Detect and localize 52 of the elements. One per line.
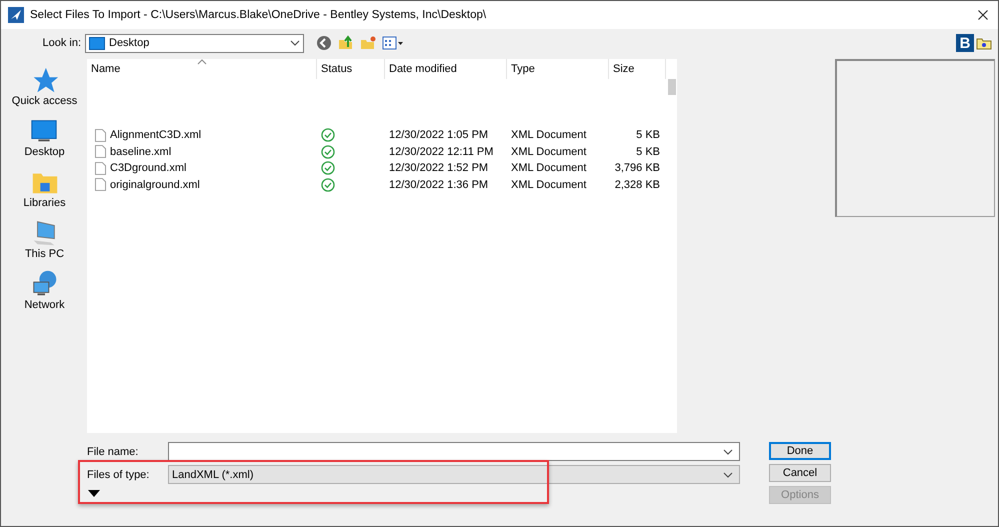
file-icon: [95, 178, 106, 192]
date-cell-text: 12/30/2022 1:05 PM: [388, 129, 490, 142]
file-name[interactable]: originalground.xml: [110, 178, 200, 191]
sidebar-item[interactable]: Libraries: [23, 167, 66, 215]
file-name-label: File name:: [87, 446, 140, 458]
sidebar-item[interactable]: Desktop: [24, 116, 65, 164]
column-header[interactable]: Date modified: [385, 59, 507, 79]
window-title: Select Files To Import - C:\Users\Marcus.Blake\OneDrive - Bentley Systems, Inc\Desktop\: [30, 9, 488, 21]
scrollbar-thumb[interactable]: [668, 79, 676, 95]
expand-arrow-icon[interactable]: [88, 490, 100, 497]
dialog-button[interactable]: Cancel: [769, 464, 831, 482]
chevron-icon: [290, 40, 300, 46]
type-cell-text: XML Document: [510, 162, 588, 174]
sort-caret-icon: [197, 59, 207, 65]
file-name[interactable]: C3Dground.xml: [110, 162, 186, 174]
file-icon: [95, 145, 106, 158]
sidebar-item[interactable]: Network: [24, 269, 65, 317]
up-folder-icon[interactable]: [338, 35, 354, 51]
size-cell-text: 2,328 KB: [614, 178, 661, 191]
column-header[interactable]: Status: [317, 59, 385, 79]
type-cell-text: XML Document: [510, 146, 588, 158]
file-type-label: Files of type:: [87, 468, 150, 480]
file-icon: [95, 162, 106, 175]
type-cell-text: XML Document: [510, 129, 588, 142]
chevron-icon: [723, 472, 733, 478]
column-header[interactable]: Size: [609, 59, 666, 79]
chevron-icon: [723, 448, 733, 454]
sidebar-item[interactable]: Quick access: [12, 65, 78, 113]
date-cell-text: 12/30/2022 1:36 PM: [388, 178, 490, 191]
dialog-button[interactable]: Done: [769, 442, 831, 460]
back-icon[interactable]: [316, 35, 332, 51]
close-button[interactable]: [978, 10, 988, 20]
logo-icon[interactable]: B: [956, 34, 974, 52]
desktop-icon: [89, 36, 105, 50]
file-name[interactable]: AlignmentC3D.xml: [110, 129, 202, 142]
view-menu-icon[interactable]: [382, 35, 404, 51]
date-cell-text: 12/30/2022 12:11 PM: [388, 146, 494, 158]
size-cell-text: 3,796 KB: [614, 162, 661, 174]
size-cell-text: 5 KB: [635, 146, 661, 158]
file-icon: [95, 128, 106, 142]
size-cell-text: 5 KB: [635, 129, 661, 142]
file-name[interactable]: baseline.xml: [110, 146, 172, 158]
app-icon: [8, 7, 24, 23]
type-cell-text: XML Document: [510, 178, 588, 191]
sidebar-item[interactable]: This PC: [24, 218, 64, 266]
look-in-dropdown[interactable]: Desktop: [85, 34, 304, 52]
new-folder-icon[interactable]: [360, 35, 376, 51]
file-name-field[interactable]: [168, 442, 740, 461]
column-header[interactable]: Name: [87, 59, 317, 79]
column-header[interactable]: Type: [507, 59, 609, 79]
date-cell-text: 12/30/2022 1:52 PM: [388, 162, 490, 174]
look-in-label: Look in:: [41, 37, 82, 49]
